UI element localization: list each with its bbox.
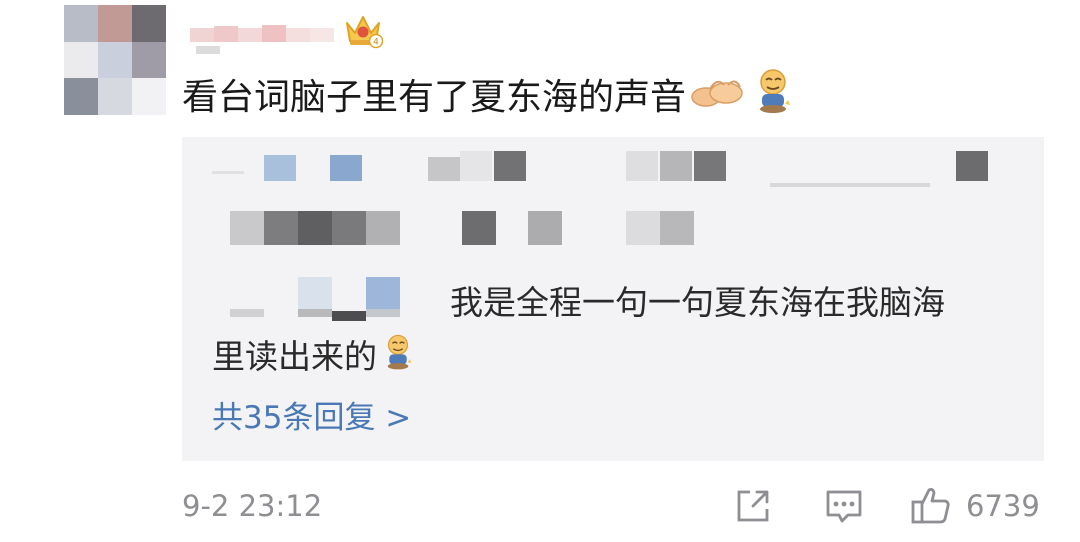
share-icon[interactable]	[734, 487, 772, 525]
doge-emoji	[754, 68, 792, 130]
thumbs-up-icon[interactable]	[910, 484, 952, 526]
comment-text: 看台词脑子里有了夏东海的声音	[182, 77, 687, 118]
reply-preview[interactable]: 我是全程一句一句夏东海在我脑海 里读出来的 共35条回复 >	[182, 137, 1044, 461]
comment-text-row: 看台词脑子里有了夏东海的声音	[182, 68, 792, 130]
comment-timestamp: 9-2 23:12	[182, 489, 323, 523]
redacted-reply-line	[212, 151, 1002, 183]
redacted-reply-username	[230, 277, 400, 325]
ok-hand-emoji	[690, 71, 744, 127]
reply-text-line1: 我是全程一句一句夏东海在我脑海	[450, 283, 945, 322]
crown-badge-icon: 4	[343, 13, 384, 49]
redacted-reply-line	[230, 183, 1020, 245]
reply-text-line2: 里读出来的	[212, 337, 377, 376]
avatar[interactable]	[64, 5, 166, 115]
username-redacted[interactable]	[190, 22, 340, 56]
like-count: 6739	[966, 489, 1040, 523]
view-all-replies-link[interactable]: 共35条回复 >	[212, 396, 411, 440]
reply-text-line2-row: 里读出来的	[212, 333, 413, 384]
svg-text:4: 4	[373, 38, 379, 48]
doge-emoji	[383, 333, 413, 384]
comment-icon[interactable]	[824, 488, 864, 526]
